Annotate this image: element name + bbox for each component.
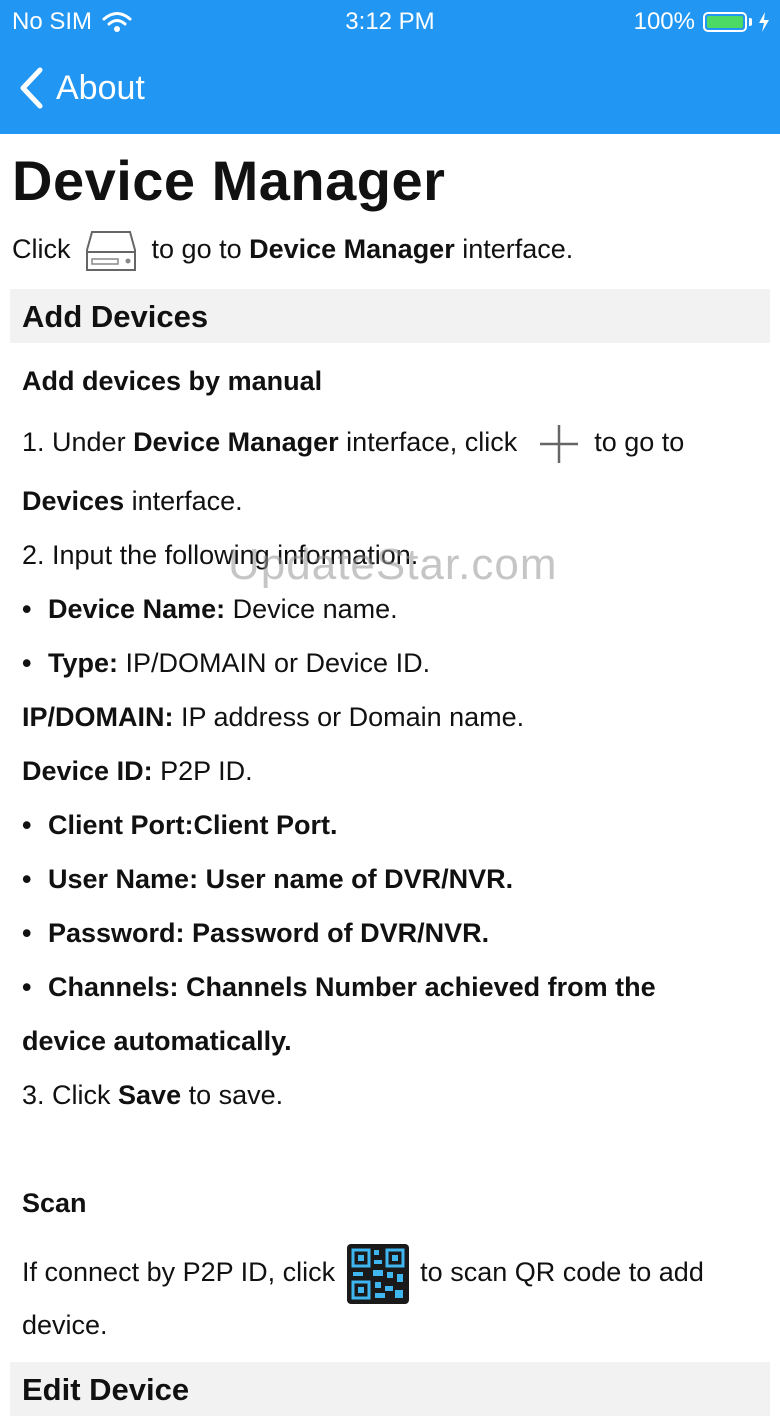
- scan-line1: If connect by P2P ID, click to scan QR c…: [22, 1244, 704, 1304]
- scan-heading: Scan: [22, 1188, 87, 1218]
- list-item: Device Name: Device name.: [22, 592, 398, 626]
- step1-line2: Devices interface.: [22, 486, 243, 516]
- list-item: User Name: User name of DVR/NVR.: [22, 862, 513, 896]
- chevron-left-icon: [20, 67, 43, 109]
- manual-heading: Add devices by manual: [22, 366, 323, 396]
- intro-line: Click to go to Device Manager interface.: [12, 228, 573, 274]
- scan-line2: device.: [22, 1310, 108, 1340]
- section-title: Edit Device: [22, 1372, 190, 1407]
- section-add-devices: Add Devices: [10, 289, 770, 343]
- battery-nub: [749, 18, 752, 26]
- step1-line1: 1. Under Device Manager interface, click…: [22, 422, 684, 466]
- back-button[interactable]: About: [0, 67, 145, 109]
- status-right: 100%: [634, 8, 770, 36]
- channels-line2: device automatically.: [22, 1026, 292, 1056]
- section-edit-device: Edit Device: [10, 1362, 770, 1416]
- nav-bar: About: [0, 60, 145, 116]
- deviceid-line: Device ID: P2P ID.: [22, 756, 253, 786]
- step3: 3. Click Save to save.: [22, 1080, 284, 1110]
- list-item: Channels: Channels Number achieved from …: [22, 970, 656, 1004]
- plus-icon: [539, 425, 578, 463]
- top-bar: No SIM 3:12 PM 100% About: [0, 0, 780, 134]
- charging-bolt-icon: [759, 12, 769, 32]
- status-bar: No SIM 3:12 PM 100%: [0, 0, 780, 44]
- battery-icon: [703, 12, 747, 32]
- section-title: Add Devices: [22, 299, 209, 334]
- battery-percent: 100%: [633, 8, 695, 35]
- back-label: About: [56, 68, 145, 107]
- list-item: Type: IP/DOMAIN or Device ID.: [22, 646, 430, 680]
- ipdomain-line: IP/DOMAIN: IP address or Domain name.: [22, 702, 525, 732]
- list-item: Password: Password of DVR/NVR.: [22, 916, 489, 950]
- qr-code-icon: [346, 1244, 409, 1304]
- watermark-text: UpdateStar.com: [228, 540, 558, 589]
- dvr-device-icon: [86, 231, 137, 271]
- page-title: Device Manager: [12, 149, 446, 212]
- list-item: Client Port:Client Port.: [22, 808, 338, 842]
